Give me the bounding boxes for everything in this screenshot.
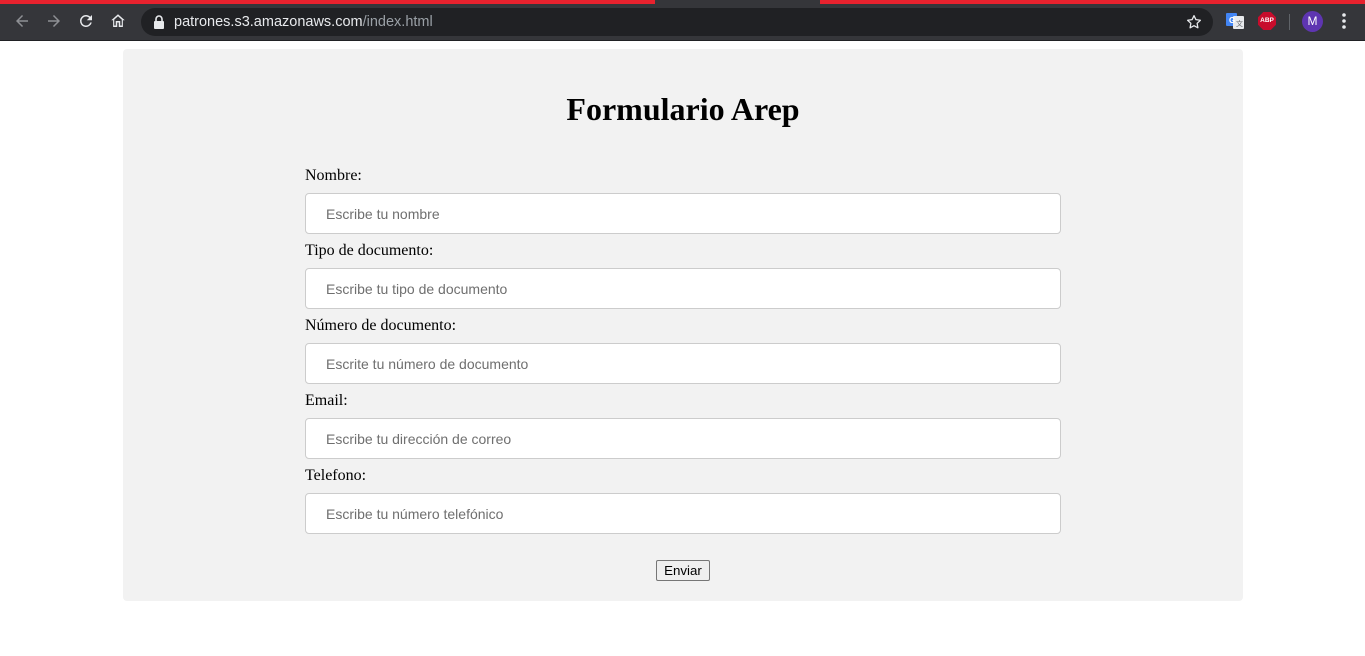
- tab-strip-accent: [0, 0, 655, 4]
- profile-avatar[interactable]: M: [1302, 11, 1323, 32]
- email-input[interactable]: [305, 418, 1061, 459]
- reload-icon: [79, 14, 92, 27]
- nombre-label: Nombre:: [305, 167, 362, 184]
- url-text[interactable]: patrones.s3.amazonaws.com/index.html: [174, 13, 433, 31]
- svg-text:文: 文: [1236, 19, 1243, 28]
- form-card: Formulario Arep Nombre: Tipo de document…: [123, 49, 1243, 601]
- google-translate-icon: G 文: [1226, 13, 1244, 29]
- tipo-documento-label: Tipo de documento:: [305, 242, 434, 259]
- page-title: Formulario Arep: [566, 91, 800, 127]
- email-label: Email:: [305, 392, 348, 409]
- numero-documento-label: Número de documento:: [305, 317, 457, 334]
- home-icon: [111, 14, 125, 27]
- star-icon[interactable]: [1185, 13, 1203, 31]
- nombre-input[interactable]: [305, 193, 1061, 234]
- back-button[interactable]: [10, 9, 34, 33]
- svg-text:G: G: [1229, 16, 1235, 25]
- numero-documento-input[interactable]: [305, 343, 1061, 384]
- forward-icon: [48, 15, 60, 27]
- tipo-documento-input[interactable]: [305, 268, 1061, 309]
- forward-button[interactable]: [42, 9, 66, 33]
- home-button[interactable]: [106, 9, 130, 33]
- kebab-menu-icon[interactable]: [1337, 12, 1351, 30]
- telefono-label: Telefono:: [305, 467, 367, 484]
- tab-strip-accent: [820, 0, 1365, 4]
- telefono-input[interactable]: [305, 493, 1061, 534]
- adblock-plus-extension[interactable]: ABP: [1258, 12, 1276, 30]
- address-bar[interactable]: patrones.s3.amazonaws.com/index.html: [141, 8, 1213, 36]
- back-icon: [16, 15, 28, 27]
- adblock-plus-label: ABP: [1260, 17, 1274, 24]
- google-translate-extension[interactable]: G 文: [1226, 12, 1244, 30]
- url-host: patrones.s3.amazonaws.com: [174, 14, 363, 30]
- browser-toolbar: patrones.s3.amazonaws.com/index.html G 文…: [0, 0, 1365, 41]
- toolbar-divider: [1289, 14, 1290, 30]
- reload-button[interactable]: [74, 9, 98, 33]
- url-path: /index.html: [362, 14, 433, 30]
- submit-button[interactable]: Enviar: [656, 560, 710, 581]
- active-tab[interactable]: [655, 0, 820, 4]
- lock-icon: [154, 15, 164, 29]
